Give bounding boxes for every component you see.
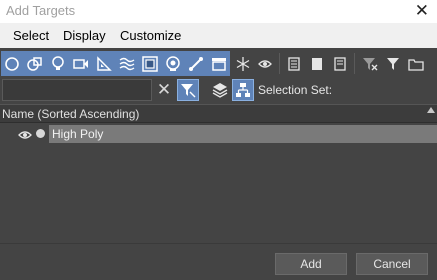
filter-funnel-icon[interactable] xyxy=(382,53,403,74)
toolbar-separator xyxy=(354,53,355,74)
menu-customize[interactable]: Customize xyxy=(120,28,181,43)
toolbar-separator xyxy=(279,53,280,74)
geometry-sphere-icon[interactable] xyxy=(1,53,22,74)
window-title: Add Targets xyxy=(6,3,76,18)
filter-toolbar xyxy=(0,48,437,78)
containers-icon[interactable] xyxy=(208,53,229,74)
menu-bar: Select Display Customize xyxy=(0,23,437,48)
selection-highlight xyxy=(49,125,437,143)
bones-icon[interactable] xyxy=(185,53,206,74)
column-header[interactable]: Name (Sorted Ascending) xyxy=(0,104,437,123)
filter-funnel-x-icon[interactable] xyxy=(359,53,380,74)
filter-toggle-button[interactable] xyxy=(177,79,199,101)
cancel-button[interactable]: Cancel xyxy=(356,253,428,275)
menu-select[interactable]: Select xyxy=(13,28,49,43)
list-item-name: High Poly xyxy=(52,127,104,141)
lights-icon[interactable] xyxy=(47,53,68,74)
groups-icon[interactable] xyxy=(139,53,160,74)
close-icon[interactable]: ✕ xyxy=(415,1,429,21)
helpers-icon[interactable] xyxy=(93,53,114,74)
menu-display[interactable]: Display xyxy=(63,28,106,43)
add-button[interactable]: Add xyxy=(275,253,347,275)
title-bar: Add Targets ✕ xyxy=(0,0,437,23)
filter-row: ✕ Selection Set: xyxy=(0,78,437,104)
list-item[interactable]: High Poly xyxy=(0,125,437,143)
column-header-name: Name (Sorted Ascending) xyxy=(2,107,140,121)
layers-icon[interactable] xyxy=(209,79,231,101)
folder-icon[interactable] xyxy=(405,53,426,74)
cameras-icon[interactable] xyxy=(70,53,91,74)
hierarchy-icon[interactable] xyxy=(232,79,254,101)
object-state-dot-icon[interactable] xyxy=(36,129,45,138)
frozen-icon[interactable] xyxy=(232,53,253,74)
shapes-icon[interactable] xyxy=(24,53,45,74)
search-input[interactable] xyxy=(2,79,152,101)
object-list: High Poly xyxy=(0,123,437,243)
spacewarps-icon[interactable] xyxy=(116,53,137,74)
hidden-icon[interactable] xyxy=(254,53,275,74)
visibility-eye-icon[interactable] xyxy=(18,129,32,143)
clear-search-icon[interactable]: ✕ xyxy=(156,79,172,101)
column3-icon[interactable] xyxy=(329,53,350,74)
sort-ascending-icon xyxy=(427,107,435,113)
dialog-footer: Add Cancel xyxy=(0,243,437,280)
xrefs-icon[interactable] xyxy=(162,53,183,74)
column2-icon[interactable] xyxy=(306,53,327,74)
selection-set-label: Selection Set: xyxy=(258,83,333,97)
columns-icon[interactable] xyxy=(283,53,304,74)
